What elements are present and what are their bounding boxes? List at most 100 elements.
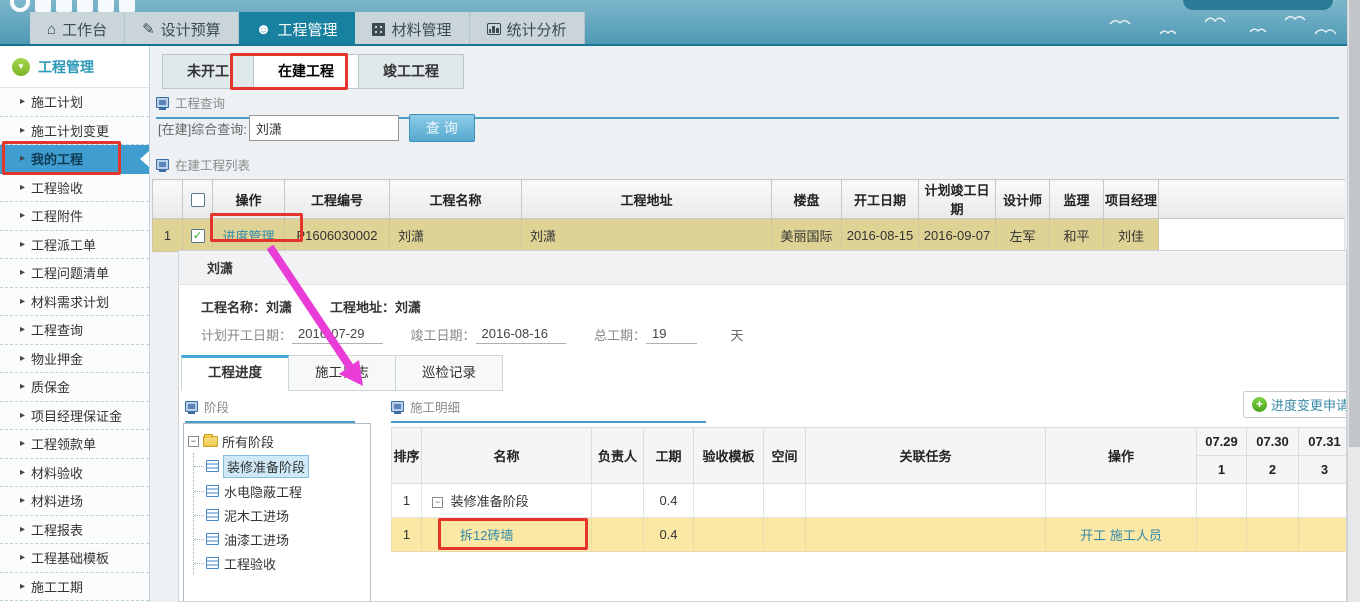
sidebar-item-acceptance[interactable]: ▸ 工程验收 bbox=[0, 174, 149, 203]
tab-project-progress[interactable]: 工程进度 bbox=[181, 355, 289, 391]
nav-tab-material-management[interactable]: 材料管理 bbox=[355, 12, 469, 46]
nav-tab-workbench[interactable]: ⌂ 工作台 bbox=[30, 12, 125, 46]
col-owner: 负责人 bbox=[592, 428, 644, 484]
sidebar-item-pm-deposit[interactable]: ▸ 项目经理保证金 bbox=[0, 402, 149, 431]
tab-inspection-records[interactable]: 巡检记录 bbox=[396, 355, 503, 391]
row-checkbox[interactable]: ✓ bbox=[191, 229, 205, 243]
screen-icon bbox=[185, 401, 198, 412]
project-address-value: 刘潇 bbox=[395, 300, 421, 315]
col-action: 操作 bbox=[213, 180, 285, 219]
stage-group-label: 装修准备阶段 bbox=[451, 494, 529, 509]
search-button[interactable]: 查 询 bbox=[409, 114, 475, 142]
bullet-icon: ▸ bbox=[20, 324, 25, 335]
nav-tab-statistics[interactable]: 统计分析 bbox=[470, 12, 585, 46]
section-title: 工程查询 bbox=[175, 93, 225, 112]
sidebar-item-material-demand[interactable]: ▸ 材料需求计划 bbox=[0, 288, 149, 317]
sidebar-item-construction-period[interactable]: ▸ 施工工期 bbox=[0, 573, 149, 602]
sidebar-item-label: 工程领款单 bbox=[31, 434, 96, 453]
cell-action: 进度管理 bbox=[213, 219, 285, 252]
tree-root-all-stages[interactable]: − 所有阶段 bbox=[188, 432, 366, 451]
sidebar-item-project-query[interactable]: ▸ 工程查询 bbox=[0, 316, 149, 345]
tree-node-hydropower[interactable]: 水电隐蔽工程 bbox=[194, 479, 366, 503]
section-title: 阶段 bbox=[204, 397, 229, 416]
select-all-checkbox[interactable] bbox=[191, 193, 205, 207]
bullet-icon: ▸ bbox=[20, 153, 25, 164]
nav-tab-project-management[interactable]: ☻ 工程管理 bbox=[239, 12, 356, 46]
schedule-row-group[interactable]: 1 − 装修准备阶段 0.4 bbox=[392, 484, 1348, 518]
grid-icon bbox=[372, 23, 385, 36]
progress-management-link[interactable]: 进度管理 bbox=[222, 229, 274, 244]
tab-completed[interactable]: 竣工工程 bbox=[359, 54, 464, 89]
cell-day bbox=[1197, 484, 1247, 518]
sidebar-item-reports[interactable]: ▸ 工程报表 bbox=[0, 516, 149, 545]
task-name-link[interactable]: 拆12砖墙 bbox=[460, 528, 513, 543]
col-tasks: 关联任务 bbox=[806, 428, 1046, 484]
sidebar-item-label: 工程基础模板 bbox=[31, 548, 109, 567]
sidebar-item-payment-slip[interactable]: ▸ 工程领款单 bbox=[0, 430, 149, 459]
sidebar-item-construction-plan[interactable]: ▸ 施工计划 bbox=[0, 88, 149, 117]
schedule-row-task[interactable]: 1 拆12砖墙 0.4 开工 施工人员 bbox=[392, 518, 1348, 552]
tree-node-carpentry[interactable]: 泥木工进场 bbox=[194, 503, 366, 527]
bullet-icon: ▸ bbox=[20, 467, 25, 478]
sidebar-item-issue-list[interactable]: ▸ 工程问题清单 bbox=[0, 259, 149, 288]
tree-node-preparation-stage[interactable]: 装修准备阶段 bbox=[194, 453, 366, 479]
tab-in-progress[interactable]: 在建工程 bbox=[254, 54, 359, 89]
workers-link[interactable]: 施工人员 bbox=[1110, 528, 1162, 543]
tab-construction-log[interactable]: 施工日志 bbox=[289, 355, 396, 391]
screen-icon bbox=[391, 401, 404, 412]
sidebar-title: 工程管理 bbox=[38, 57, 94, 77]
sidebar-item-label: 工程问题清单 bbox=[31, 263, 109, 282]
nav-tab-design-budget[interactable]: ✎ 设计预算 bbox=[125, 12, 239, 46]
start-work-link[interactable]: 开工 bbox=[1080, 528, 1106, 543]
tree-node-acceptance[interactable]: 工程验收 bbox=[194, 551, 366, 575]
cell-start-date: 2016-08-15 bbox=[842, 219, 919, 252]
col-space: 空间 bbox=[764, 428, 806, 484]
tab-not-started[interactable]: 未开工 bbox=[162, 54, 254, 89]
progress-change-request-button[interactable]: + 进度变更申请 bbox=[1243, 391, 1347, 418]
sidebar-item-base-template[interactable]: ▸ 工程基础模板 bbox=[0, 544, 149, 573]
users-icon: ☻ bbox=[256, 22, 272, 37]
schedule-header-row-1: 排序 名称 负责人 工期 验收模板 空间 关联任务 操作 07.29 07.30… bbox=[392, 428, 1348, 456]
collapse-icon[interactable]: − bbox=[188, 436, 199, 447]
cell-filler bbox=[1159, 219, 1345, 252]
screen-icon bbox=[156, 159, 169, 170]
duration-label: 总工期： bbox=[594, 325, 646, 344]
sidebar-item-my-projects[interactable]: ▸ 我的工程 bbox=[0, 145, 149, 174]
sidebar-item-label: 施工计划变更 bbox=[31, 121, 109, 140]
cell-tasks bbox=[806, 484, 1046, 518]
stage-tree-panel: − 所有阶段 装修准备阶段 水电隐蔽工程 泥木工进场 bbox=[183, 423, 371, 602]
collapse-icon[interactable]: − bbox=[432, 497, 443, 508]
sidebar-item-material-entry[interactable]: ▸ 材料进场 bbox=[0, 487, 149, 516]
table-icon bbox=[206, 460, 219, 472]
search-input[interactable] bbox=[249, 115, 399, 141]
col-start-date: 开工日期 bbox=[842, 180, 919, 219]
cell-code: P1606030002 bbox=[285, 219, 390, 252]
sidebar-item-attachments[interactable]: ▸ 工程附件 bbox=[0, 202, 149, 231]
bullet-icon: ▸ bbox=[20, 296, 25, 307]
tree-node-label: 装修准备阶段 bbox=[224, 456, 308, 477]
sidebar-item-warranty[interactable]: ▸ 质保金 bbox=[0, 373, 149, 402]
sidebar-header[interactable]: ▼ 工程管理 bbox=[0, 46, 149, 88]
cell-name: 刘潇 bbox=[390, 219, 522, 252]
query-label: [在建]综合查询: bbox=[158, 119, 247, 138]
schedule-section-header: 施工明细 bbox=[391, 397, 706, 423]
plan-start-label: 计划开工日期： bbox=[201, 325, 292, 344]
vertical-scrollbar[interactable] bbox=[1347, 0, 1360, 602]
sidebar-item-material-acceptance[interactable]: ▸ 材料验收 bbox=[0, 459, 149, 488]
col-template: 验收模板 bbox=[694, 428, 764, 484]
bullet-icon: ▸ bbox=[20, 581, 25, 592]
cell-tasks bbox=[806, 518, 1046, 552]
cell-day bbox=[1247, 484, 1299, 518]
table-row[interactable]: 1 ✓ 进度管理 P1606030002 刘潇 刘潇 美丽国际 2016-08-… bbox=[153, 219, 1345, 252]
scrollbar-thumb[interactable] bbox=[1349, 0, 1360, 447]
tree-node-painting[interactable]: 油漆工进场 bbox=[194, 527, 366, 551]
table-icon bbox=[206, 485, 219, 497]
sidebar-item-dispatch[interactable]: ▸ 工程派工单 bbox=[0, 231, 149, 260]
col-order: 排序 bbox=[392, 428, 422, 484]
sidebar-item-property-deposit[interactable]: ▸ 物业押金 bbox=[0, 345, 149, 374]
col-day-3: 3 bbox=[1299, 456, 1348, 484]
cell-space bbox=[764, 518, 806, 552]
sidebar-item-plan-change[interactable]: ▸ 施工计划变更 bbox=[0, 117, 149, 146]
cell-address: 刘潇 bbox=[522, 219, 772, 252]
project-table: 操作 工程编号 工程名称 工程地址 楼盘 开工日期 计划竣工日期 设计师 监理 … bbox=[152, 179, 1345, 252]
